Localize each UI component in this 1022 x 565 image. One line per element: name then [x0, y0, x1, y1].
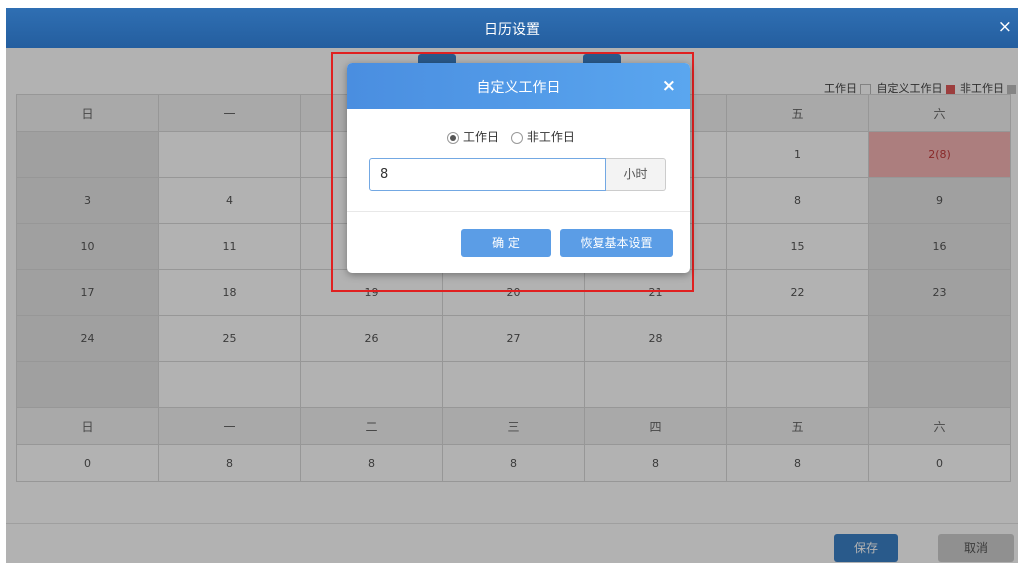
dialog-divider — [347, 211, 690, 212]
hours-input[interactable] — [369, 158, 606, 191]
nonworkday-radio[interactable] — [510, 131, 523, 144]
day-type-radio-group: 工作日 非工作日 — [439, 128, 575, 145]
workday-radio[interactable] — [447, 131, 459, 144]
hours-unit-addon: 小时 — [606, 158, 666, 191]
reset-default-button[interactable]: 恢复基本设置 — [560, 229, 673, 257]
custom-workday-dialog: 自定义工作日 × 工作日 非工作日 小时 确 定 恢复基本设置 — [347, 63, 690, 273]
dialog-header: 自定义工作日 × — [347, 63, 690, 109]
nonworkday-radio-label[interactable]: 非工作日 — [527, 130, 575, 144]
title-bar: 日历设置 × — [6, 8, 1018, 48]
dialog-title: 自定义工作日 — [476, 80, 561, 96]
dialog-close-icon[interactable]: × — [662, 76, 676, 96]
workday-radio-label[interactable]: 工作日 — [463, 130, 499, 144]
window-title: 日历设置 — [484, 22, 540, 38]
window-close-icon[interactable]: × — [998, 17, 1012, 37]
confirm-button[interactable]: 确 定 — [461, 229, 551, 257]
